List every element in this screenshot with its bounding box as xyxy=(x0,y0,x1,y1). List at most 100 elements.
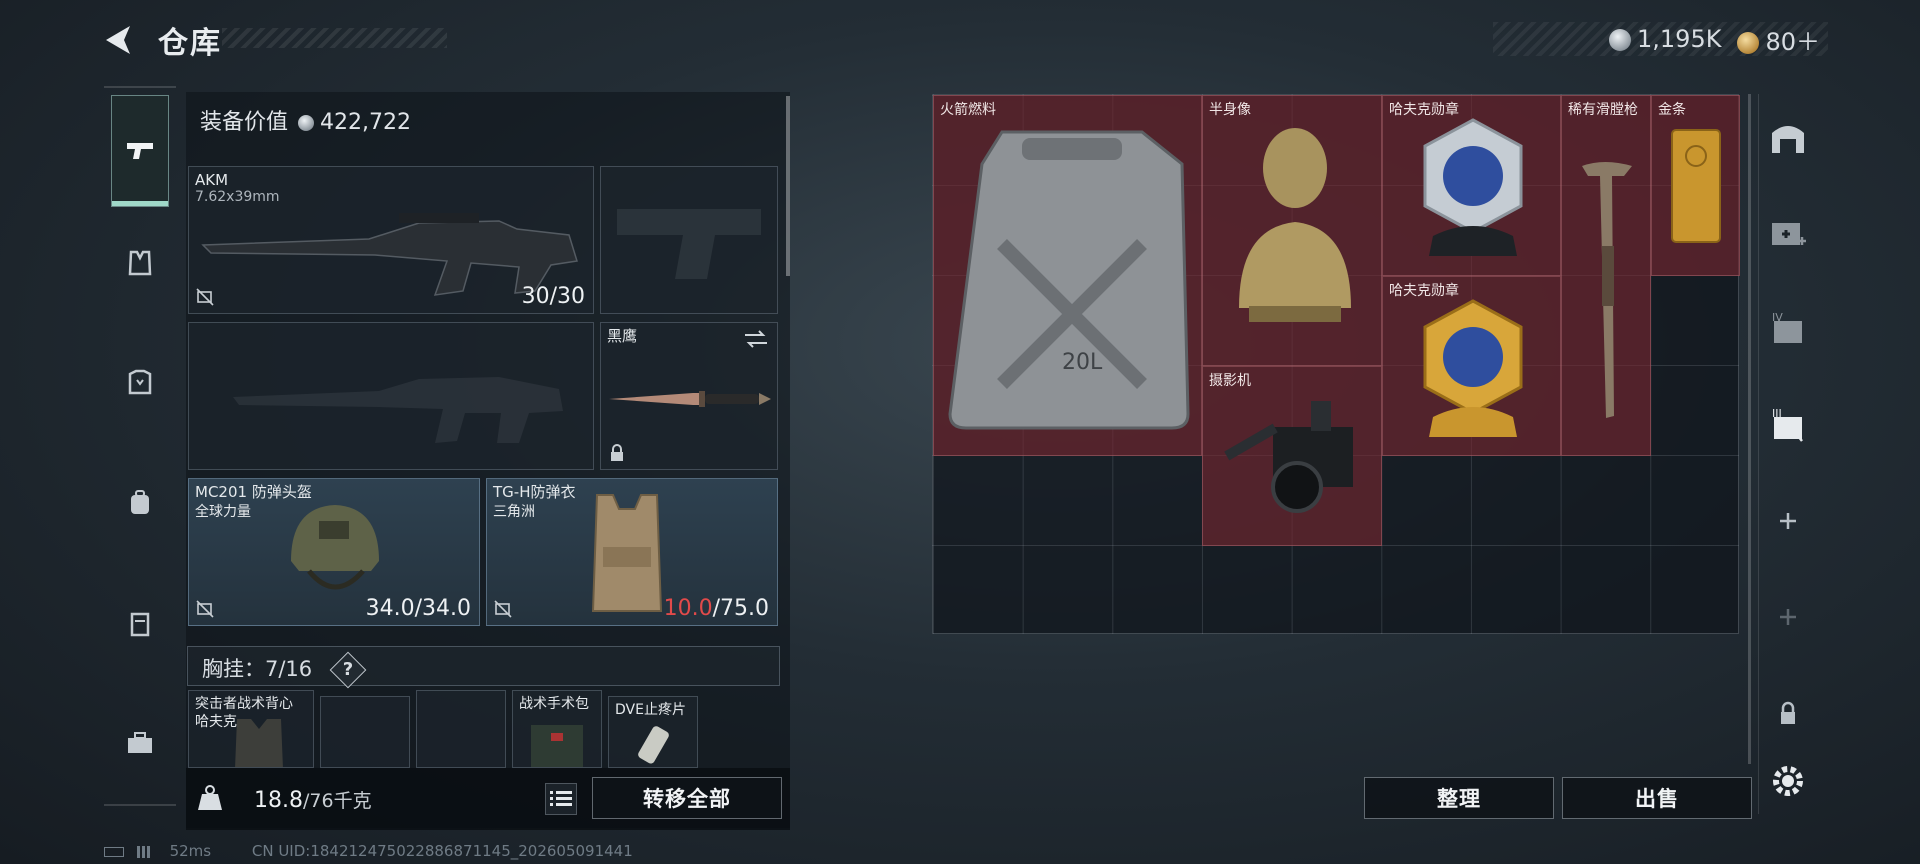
bust-icon xyxy=(1239,128,1351,322)
category-nav xyxy=(104,86,176,806)
container-icon xyxy=(130,612,150,637)
gold-currency[interactable]: 80＋ xyxy=(1737,22,1820,57)
melee-slot[interactable]: 黑鹰 xyxy=(600,322,778,470)
storage-item-gold-bar[interactable]: 金条 xyxy=(1651,95,1740,276)
plus-icon xyxy=(1780,609,1796,625)
folder-iii-icon: III xyxy=(1772,407,1803,442)
secondary-weapon-slot[interactable] xyxy=(188,322,594,470)
backpack-icon xyxy=(131,490,149,514)
transfer-all-button[interactable]: 转移全部 xyxy=(592,777,782,819)
chest-item-surgery-kit[interactable]: 战术手术包 xyxy=(512,690,602,768)
list-view-button[interactable] xyxy=(545,783,577,815)
plus-icon xyxy=(1780,513,1796,529)
no-insure-icon xyxy=(196,288,214,306)
nav-armor[interactable] xyxy=(112,328,168,438)
swap-icon[interactable] xyxy=(743,329,769,349)
lock-button[interactable] xyxy=(1767,692,1809,734)
gear-icon xyxy=(1773,766,1803,796)
nav-container[interactable] xyxy=(112,568,168,678)
storage-item-medal-gold[interactable]: 哈夫克勋章 xyxy=(1382,276,1561,456)
settings-button[interactable] xyxy=(1767,760,1809,802)
chest-empty-slot-1[interactable] xyxy=(320,696,410,768)
silver-coin-icon xyxy=(298,115,315,131)
nav-vest[interactable] xyxy=(112,208,168,318)
title-decoration xyxy=(222,28,447,48)
no-insure-icon xyxy=(196,600,214,618)
camera-icon xyxy=(1224,401,1353,513)
storage-tabs: IV III xyxy=(1758,94,1814,814)
tab-storage-main[interactable] xyxy=(1767,116,1809,158)
tab-storage-4[interactable]: IV xyxy=(1767,308,1809,350)
helmet-maker: 全球力量 xyxy=(195,504,251,520)
storage-item-medal-silver[interactable]: 哈夫克勋章 xyxy=(1382,95,1561,276)
chest-item-vest[interactable]: 突击者战术背心 哈夫克 xyxy=(188,690,314,768)
rifle-silhouette-icon xyxy=(233,377,563,443)
gold-bar-icon xyxy=(1671,129,1721,243)
battery-icon xyxy=(104,846,124,857)
storage-item-rocket-fuel[interactable]: 火箭燃料 20L xyxy=(933,95,1202,456)
back-arrow-icon[interactable] xyxy=(100,22,140,58)
chest-rig-label: 胸挂： xyxy=(202,657,265,681)
chest-item-painkiller[interactable]: DVE止疼片 xyxy=(608,696,698,768)
storage-item-musket[interactable]: 稀有滑膛枪 xyxy=(1561,95,1651,456)
nav-backpack[interactable] xyxy=(112,448,168,558)
equipment-scrollbar[interactable] xyxy=(786,96,790,276)
ammo-count: 30/30 xyxy=(521,284,585,309)
armor-name: TG-H防弹衣 xyxy=(493,483,576,501)
surgery-kit-icon xyxy=(531,725,583,767)
knife-icon xyxy=(609,391,771,407)
pistol-silhouette-icon xyxy=(617,209,761,279)
chest-empty-slot-2[interactable] xyxy=(416,690,506,768)
add-tab-button[interactable] xyxy=(1767,500,1809,542)
page-title: 仓库 xyxy=(158,26,222,61)
tab-medical[interactable] xyxy=(1767,212,1809,254)
signal-icon xyxy=(136,845,155,858)
body-armor-icon xyxy=(591,494,663,612)
helmet-slot[interactable]: MC201 防弹头盔 全球力量 34.0/34.0 xyxy=(188,478,480,626)
svg-text:IV: IV xyxy=(1772,311,1783,324)
chest-rig-bar: 胸挂：7/16 ? xyxy=(187,646,780,689)
helmet-durability: 34.0/34.0 xyxy=(365,596,471,621)
silver-medal-icon xyxy=(1423,118,1523,256)
melee-name: 黑鹰 xyxy=(607,327,638,345)
help-icon[interactable]: ? xyxy=(329,651,367,689)
currency-bar: 1,195K 80＋ xyxy=(1493,22,1828,56)
svg-text:III: III xyxy=(1772,407,1782,420)
carry-weight: 18.8/76千克 xyxy=(254,788,372,813)
sort-button[interactable]: 整理 xyxy=(1364,777,1554,819)
svg-text:20L: 20L xyxy=(1062,350,1103,375)
primary-weapon-slot[interactable]: AKM 7.62x39mm 30/30 xyxy=(188,166,594,314)
uid-text: CN UID:184212475022886871145_20260509144… xyxy=(251,842,633,860)
pill-bottle-icon xyxy=(638,726,669,764)
storage-scrollbar[interactable] xyxy=(1748,94,1751,764)
no-insure-icon xyxy=(494,600,512,618)
nav-toolbox[interactable] xyxy=(112,688,168,798)
musket-icon xyxy=(1582,162,1632,418)
silver-currency: 1,195K xyxy=(1609,25,1721,53)
gold-coin-icon xyxy=(1737,31,1760,54)
list-icon xyxy=(550,791,572,806)
folder-iv-icon: IV xyxy=(1772,311,1802,343)
armor-maker: 三角洲 xyxy=(493,504,535,520)
equipment-value: 装备价值 422,722 xyxy=(200,110,411,135)
add-tab-button-disabled xyxy=(1767,596,1809,638)
helmet-icon xyxy=(291,505,379,590)
gold-medal-icon xyxy=(1423,299,1523,437)
toolbox-icon xyxy=(128,732,152,753)
armor-slot[interactable]: TG-H防弹衣 三角洲 10.0/75.0 xyxy=(486,478,778,626)
nav-weapons[interactable] xyxy=(111,95,169,207)
lock-icon xyxy=(611,444,623,461)
storage-grid[interactable]: 火箭燃料 20L 半身像 哈夫克勋章 稀有滑膛枪 金条 哈夫克勋章 摄影机 xyxy=(932,94,1740,634)
storage-item-bust[interactable]: 半身像 xyxy=(1202,95,1382,366)
tab-storage-3[interactable]: III xyxy=(1767,404,1809,446)
storage-item-camera[interactable]: 摄影机 xyxy=(1202,366,1382,546)
ping-text: 52ms xyxy=(169,842,212,860)
armor-durability: 10.0/75.0 xyxy=(663,596,769,621)
armor-icon xyxy=(128,369,152,395)
pistol-slot[interactable] xyxy=(600,166,778,314)
warehouse-icon xyxy=(1772,126,1804,153)
pistol-icon xyxy=(127,143,153,159)
chest-rig-capacity: 7/16 xyxy=(265,657,313,681)
vest-icon xyxy=(128,250,152,276)
sell-button[interactable]: 出售 xyxy=(1562,777,1752,819)
